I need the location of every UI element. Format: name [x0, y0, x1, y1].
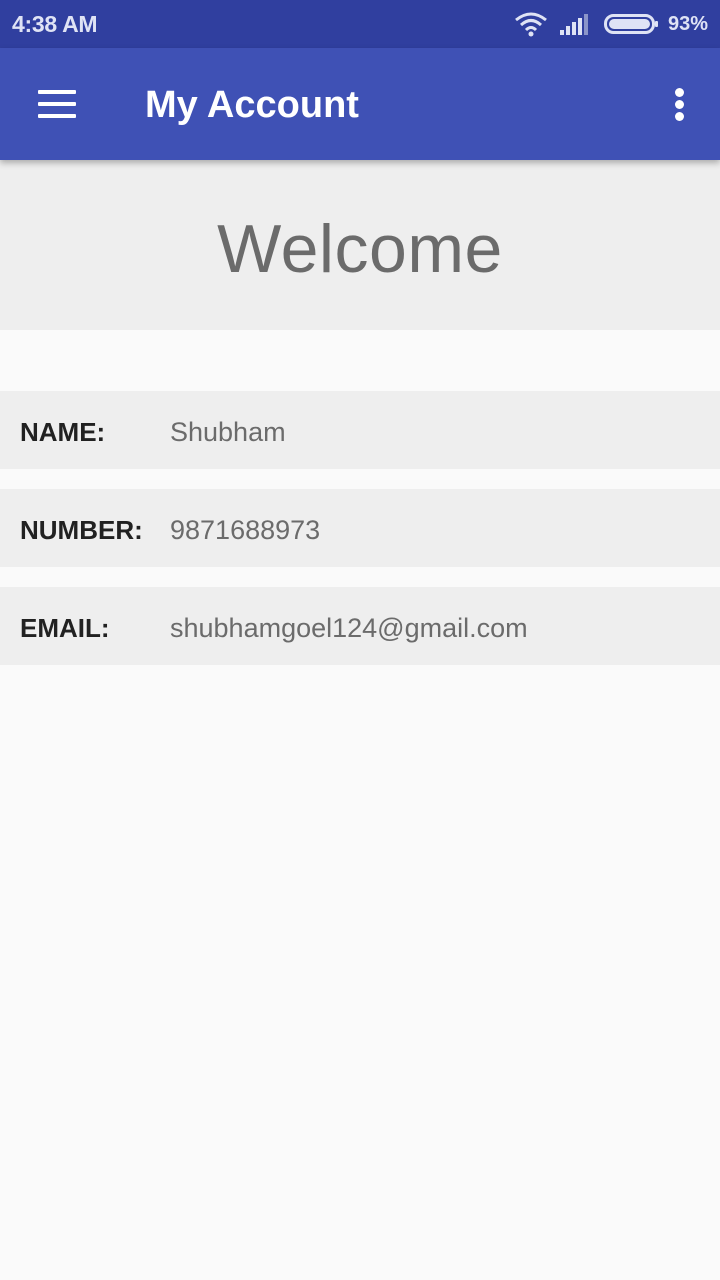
email-label: EMAIL: [20, 613, 110, 643]
email-value: shubhamgoel124@gmail.com [170, 613, 528, 643]
profile-row-email: EMAIL: shubhamgoel124@gmail.com [0, 587, 720, 665]
status-bar: 4:38 AM 93% [0, 0, 720, 48]
profile-row-name: NAME: Shubham [0, 391, 720, 469]
page-title: My Account [145, 84, 359, 126]
number-value: 9871688973 [170, 515, 321, 545]
profile-row-number: NUMBER: 9871688973 [0, 489, 720, 567]
wifi-icon [515, 12, 547, 37]
hamburger-menu-icon[interactable] [28, 78, 84, 130]
name-label: NAME: [20, 417, 106, 447]
status-icons: 93% [514, 10, 708, 38]
number-label: NUMBER: [20, 515, 143, 545]
status-time: 4:38 AM [12, 11, 98, 37]
name-value: Shubham [170, 417, 286, 447]
more-vertical-icon[interactable] [664, 82, 696, 126]
welcome-panel: Welcome [0, 160, 720, 330]
battery-icon [603, 14, 658, 34]
app-bar: My Account [0, 48, 720, 160]
welcome-heading: Welcome [217, 211, 503, 287]
battery-percentage: 93% [667, 12, 708, 35]
signal-icon [559, 14, 588, 35]
